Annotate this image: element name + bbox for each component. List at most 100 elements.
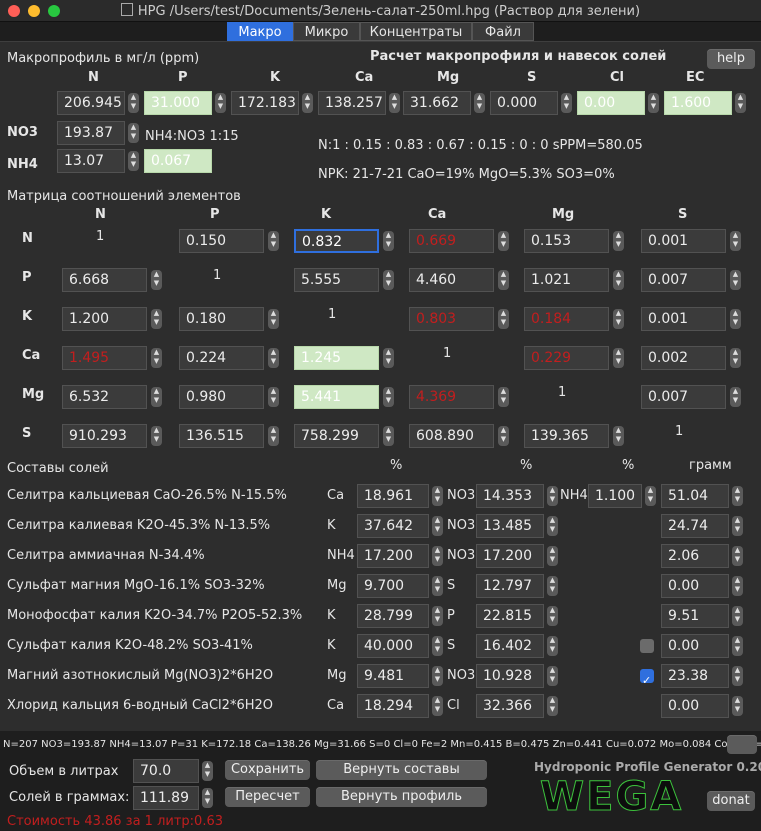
matrix-cell-s-p-stepper[interactable]: ▲ ▼ xyxy=(268,426,279,446)
no3-field[interactable]: 193.87 xyxy=(57,121,125,145)
matrix-cell-n-k-stepper[interactable]: ▲ ▼ xyxy=(383,231,394,251)
matrix-cell-k-s-stepper[interactable]: ▲ ▼ xyxy=(730,309,741,329)
matrix-cell-mg-p[interactable]: 0.980 xyxy=(179,385,264,409)
donate-button[interactable]: donat xyxy=(707,791,755,811)
matrix-cell-n-ca[interactable]: 0.669 xyxy=(409,229,494,253)
salt-value-3[interactable]: 1.100 xyxy=(588,484,642,508)
matrix-cell-n-s[interactable]: 0.001 xyxy=(641,229,726,253)
salt-value-2[interactable]: 22.815 xyxy=(476,604,544,628)
salt-value-1[interactable]: 17.200 xyxy=(357,544,429,568)
salt-value-2[interactable]: 32.366 xyxy=(476,694,544,718)
matrix-cell-p-s-stepper[interactable]: ▲ ▼ xyxy=(730,270,741,290)
matrix-cell-mg-s-stepper[interactable]: ▲ ▼ xyxy=(730,387,741,407)
matrix-cell-p-mg[interactable]: 1.021 xyxy=(524,268,609,292)
salt-value-2[interactable]: 13.485 xyxy=(476,514,544,538)
salt-value-2[interactable]: 10.928 xyxy=(476,664,544,688)
salt-grams-stepper[interactable]: ▲ ▼ xyxy=(732,606,743,626)
matrix-cell-mg-k-stepper[interactable]: ▲ ▼ xyxy=(383,387,394,407)
salt-stepper-1[interactable]: ▲ ▼ xyxy=(432,516,443,536)
salt-stepper-2[interactable]: ▲ ▼ xyxy=(547,696,558,716)
macro-value-s[interactable]: 0.000 xyxy=(490,91,558,115)
salt-stepper-2[interactable]: ▲ ▼ xyxy=(547,576,558,596)
restore-salts-button[interactable]: Вернуть составы xyxy=(316,760,487,780)
matrix-cell-p-k-stepper[interactable]: ▲ ▼ xyxy=(383,270,394,290)
matrix-cell-k-p[interactable]: 0.180 xyxy=(179,307,264,331)
salt-grams[interactable]: 2.06 xyxy=(661,544,729,568)
salt-stepper-3[interactable]: ▲ ▼ xyxy=(645,486,656,506)
salt-stepper-1[interactable]: ▲ ▼ xyxy=(432,486,443,506)
salt-grams-stepper[interactable]: ▲ ▼ xyxy=(732,576,743,596)
macro-value-cl[interactable]: 0.00 xyxy=(577,91,645,115)
macro-value-p[interactable]: 31.000 xyxy=(144,91,212,115)
salts-grams-stepper[interactable]: ▲ ▼ xyxy=(202,788,213,808)
matrix-cell-mg-n-stepper[interactable]: ▲ ▼ xyxy=(151,387,162,407)
macro-value-ec[interactable]: 1.600 xyxy=(664,91,732,115)
matrix-cell-s-mg-stepper[interactable]: ▲ ▼ xyxy=(613,426,624,446)
salt-value-1[interactable]: 40.000 xyxy=(357,634,429,658)
matrix-cell-mg-p-stepper[interactable]: ▲ ▼ xyxy=(268,387,279,407)
matrix-cell-s-k[interactable]: 758.299 xyxy=(294,424,379,448)
macro-stepper-ec[interactable]: ▲ ▼ xyxy=(735,93,746,113)
matrix-cell-ca-n[interactable]: 1.495 xyxy=(62,346,147,370)
matrix-cell-p-s[interactable]: 0.007 xyxy=(641,268,726,292)
matrix-cell-k-ca[interactable]: 0.803 xyxy=(409,307,494,331)
macro-stepper-n[interactable]: ▲ ▼ xyxy=(128,93,139,113)
salt-grams-stepper[interactable]: ▲ ▼ xyxy=(732,486,743,506)
salts-grams-field[interactable]: 111.89 xyxy=(133,786,199,810)
salt-stepper-2[interactable]: ▲ ▼ xyxy=(547,516,558,536)
matrix-cell-s-n-stepper[interactable]: ▲ ▼ xyxy=(151,426,162,446)
salt-grams[interactable]: 0.00 xyxy=(661,574,729,598)
recalc-button[interactable]: Пересчет xyxy=(225,787,310,807)
salt-value-1[interactable]: 9.481 xyxy=(357,664,429,688)
tab-file[interactable]: Файл xyxy=(472,22,534,41)
salt-enable-checkbox[interactable] xyxy=(640,639,654,653)
matrix-cell-k-n[interactable]: 1.200 xyxy=(62,307,147,331)
matrix-cell-ca-k[interactable]: 1.245 xyxy=(294,346,379,370)
salt-value-1[interactable]: 18.294 xyxy=(357,694,429,718)
macro-stepper-p[interactable]: ▲ ▼ xyxy=(215,93,226,113)
tab-macro[interactable]: Макро xyxy=(227,22,293,41)
nh4-ratio-field[interactable]: 0.067 xyxy=(144,149,212,173)
no3-stepper[interactable]: ▲ ▼ xyxy=(128,123,139,143)
volume-stepper[interactable]: ▲ ▼ xyxy=(202,761,213,781)
macro-value-ca[interactable]: 138.257 xyxy=(318,91,386,115)
salt-stepper-1[interactable]: ▲ ▼ xyxy=(432,696,443,716)
matrix-cell-n-p[interactable]: 0.150 xyxy=(179,229,264,253)
macro-stepper-s[interactable]: ▲ ▼ xyxy=(561,93,572,113)
matrix-cell-ca-p[interactable]: 0.224 xyxy=(179,346,264,370)
matrix-cell-mg-k[interactable]: 5.441 xyxy=(294,385,379,409)
nh4-field[interactable]: 13.07 xyxy=(57,149,125,173)
salt-grams[interactable]: 51.04 xyxy=(661,484,729,508)
tab-micro[interactable]: Микро xyxy=(293,22,360,41)
status-button[interactable] xyxy=(727,735,757,754)
matrix-cell-mg-ca-stepper[interactable]: ▲ ▼ xyxy=(498,387,509,407)
salt-enable-checkbox[interactable]: ✓ xyxy=(640,669,654,687)
macro-stepper-cl[interactable]: ▲ ▼ xyxy=(648,93,659,113)
salt-grams[interactable]: 0.00 xyxy=(661,694,729,718)
matrix-cell-ca-p-stepper[interactable]: ▲ ▼ xyxy=(268,348,279,368)
matrix-cell-k-mg-stepper[interactable]: ▲ ▼ xyxy=(613,309,624,329)
tab-concentrates[interactable]: Концентраты xyxy=(360,22,472,41)
matrix-cell-s-ca-stepper[interactable]: ▲ ▼ xyxy=(498,426,509,446)
salt-value-2[interactable]: 14.353 xyxy=(476,484,544,508)
matrix-cell-s-ca[interactable]: 608.890 xyxy=(409,424,494,448)
matrix-cell-p-n[interactable]: 6.668 xyxy=(62,268,147,292)
macro-stepper-k[interactable]: ▲ ▼ xyxy=(302,93,313,113)
matrix-cell-n-ca-stepper[interactable]: ▲ ▼ xyxy=(498,231,509,251)
nh4-stepper[interactable]: ▲ ▼ xyxy=(128,151,139,171)
matrix-cell-ca-mg-stepper[interactable]: ▲ ▼ xyxy=(613,348,624,368)
salt-grams[interactable]: 0.00 xyxy=(661,634,729,658)
matrix-cell-n-mg-stepper[interactable]: ▲ ▼ xyxy=(613,231,624,251)
salt-grams[interactable]: 9.51 xyxy=(661,604,729,628)
matrix-cell-s-n[interactable]: 910.293 xyxy=(62,424,147,448)
salt-stepper-2[interactable]: ▲ ▼ xyxy=(547,666,558,686)
salt-stepper-1[interactable]: ▲ ▼ xyxy=(432,636,443,656)
restore-profile-button[interactable]: Вернуть профиль xyxy=(316,787,487,807)
salt-stepper-2[interactable]: ▲ ▼ xyxy=(547,546,558,566)
matrix-cell-mg-n[interactable]: 6.532 xyxy=(62,385,147,409)
matrix-cell-p-ca[interactable]: 4.460 xyxy=(409,268,494,292)
matrix-cell-p-n-stepper[interactable]: ▲ ▼ xyxy=(151,270,162,290)
scrollbar[interactable] xyxy=(748,50,756,720)
salt-grams-stepper[interactable]: ▲ ▼ xyxy=(732,696,743,716)
salt-stepper-1[interactable]: ▲ ▼ xyxy=(432,576,443,596)
